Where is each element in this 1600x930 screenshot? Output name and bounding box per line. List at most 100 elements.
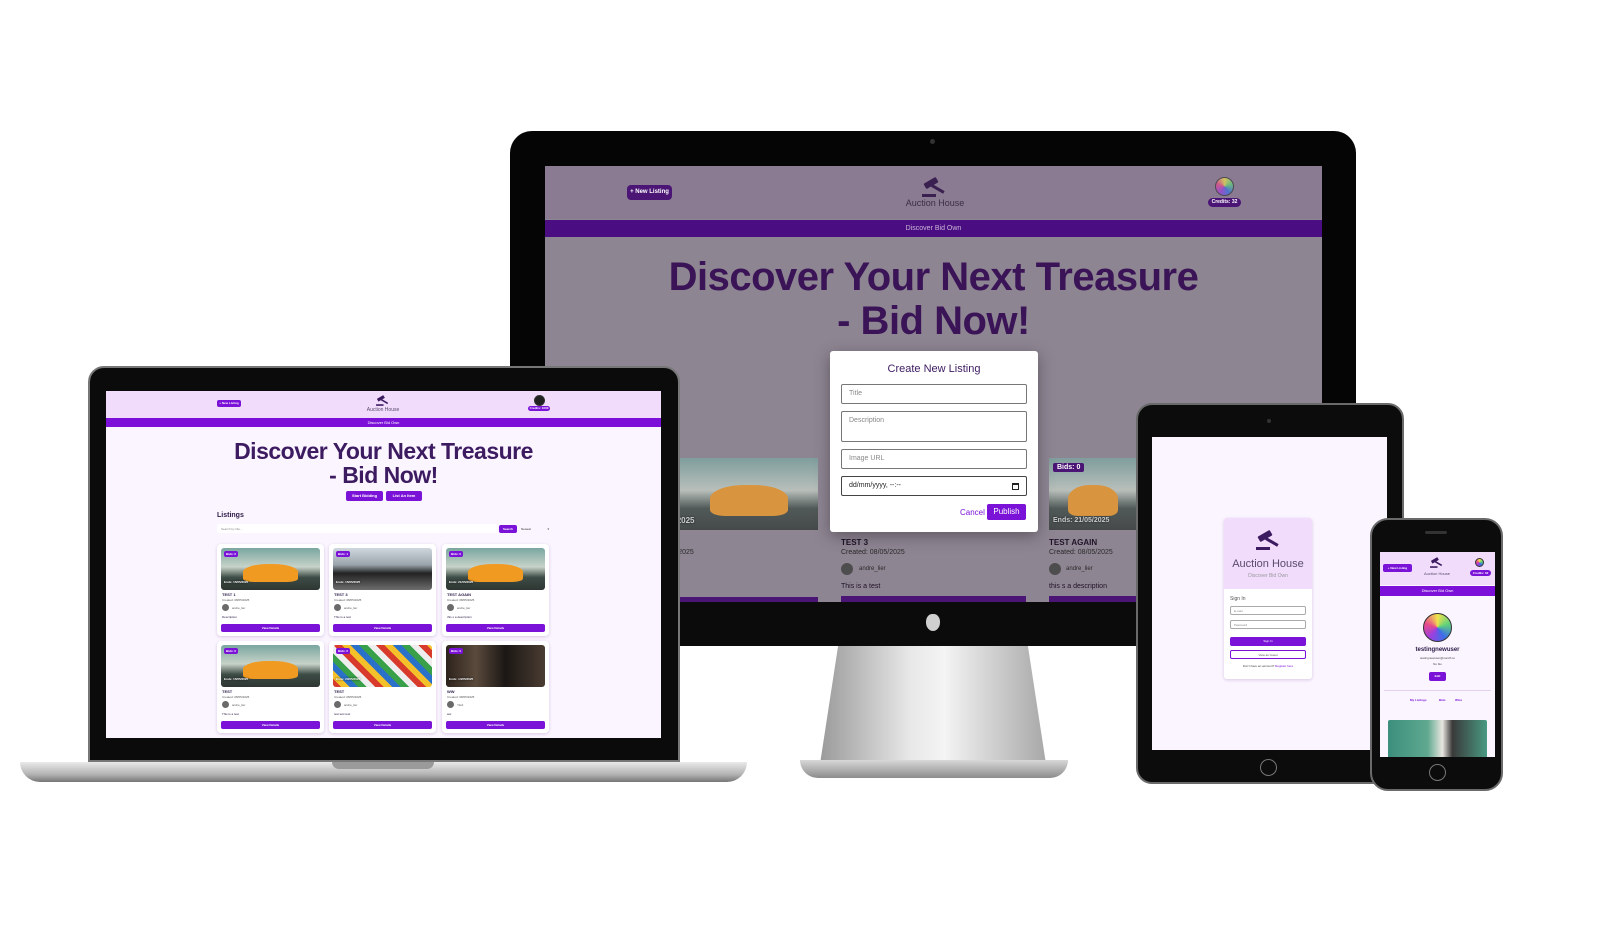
listing-card-created: Created: 08/05/2025 [334,695,362,699]
view-details-button[interactable]: View Details [221,721,320,729]
phone-speaker [1425,531,1447,534]
desktop-card-3[interactable]: Bids: 0 Ends: 21/05/2025 TEST AGAIN Crea… [1045,454,1137,602]
modal-title: Create New Listing [887,363,981,375]
profile-avatar [1423,613,1452,642]
laptop-notch [332,762,434,769]
search-input[interactable]: Search by title... [217,524,497,533]
listing-card-user: andre_lier [232,606,246,610]
listing-card-created: Created: 08/05/2025 [334,598,362,602]
phone-gavel-icon [1430,557,1443,568]
listing-card-user: andre_lier [344,606,358,610]
phone-brand: Auction House [1423,571,1450,576]
search-button[interactable]: Search [499,525,517,533]
listing-card-ends: Ends: 14/05/2025 [449,677,474,681]
start-bidding-button[interactable]: Start Bidding [346,491,383,501]
modal-cancel-button[interactable]: Cancel [960,508,985,517]
listing-card[interactable]: Bids: 0 Ends: 20/05/2025 TEST Created: 0… [329,641,436,733]
desktop-card-2-view-button[interactable] [841,596,1026,602]
listing-card-ends: Ends: 21/05/2025 [449,580,474,584]
no-account-text: Don't have an account? [1242,664,1275,668]
apple-logo-icon [926,614,940,631]
profile-tab-my-listings[interactable]: My Listings [1410,698,1427,702]
desktop-avatar[interactable] [1215,177,1234,196]
calendar-icon[interactable] [1012,483,1019,490]
profile-email: testingnewuser@noroff.no [1419,656,1455,660]
laptop-hero-line2: - Bid Now! [329,462,438,488]
listing-card-bids: Bids: 0 [449,648,464,654]
listing-card-user-avatar [222,701,229,708]
listing-card[interactable]: Bids: 0 Ends: 21/05/2025 TEST AGAIN Crea… [442,544,549,636]
profile-edit-button[interactable]: Edit [1429,672,1446,681]
listing-card-user: andre_lier [344,703,358,707]
guest-button[interactable]: View as Guest [1230,650,1306,659]
laptop-new-listing-button[interactable]: + New Listing [217,400,241,407]
listing-card-bids: Bids: 1 [336,551,351,557]
profile-listing-image[interactable] [1388,720,1487,757]
sort-select[interactable]: Newest ▾ [521,525,551,533]
chevron-down-icon: ▾ [547,527,549,531]
desktop-card-2-user: andre_lier [859,566,886,572]
desktop-card-1-image [680,458,818,530]
listings-heading: Listings [217,512,244,519]
desktop-card-3-view-button[interactable] [1049,596,1137,602]
view-details-button[interactable]: View Details [221,624,320,632]
listing-card-bids: Bids: 0 [224,648,239,654]
phone-avatar[interactable] [1475,558,1484,567]
modal-image-url-input[interactable]: Image URL [841,449,1027,469]
listing-card-bids: Bids: 0 [449,551,464,557]
desktop-card-2-created: Created: 08/05/2025 [841,549,905,556]
profile-username: testingnewuser [1415,647,1460,653]
desktop-card-3-ends: Ends: 21/05/2025 [1053,517,1110,524]
listing-card-description: this s a description [447,615,472,619]
register-link[interactable]: Register here [1275,664,1293,668]
laptop-screen: + New Listing Auction House Credits: 100… [106,391,661,738]
email-field[interactable]: E-mail [1230,606,1306,615]
listing-card-description: Description [222,615,238,619]
laptop-gavel-icon [376,395,389,406]
monitor-stand [820,646,1046,764]
modal-end-date-input[interactable]: dd/mm/yyyy, --:-- [841,476,1027,496]
desktop-card-2[interactable]: TEST 3 Created: 08/05/2025 andre_lier Th… [838,536,1030,602]
listing-card[interactable]: Bids: 0 Ends: 15/05/2025 TEST Created: 0… [217,641,324,733]
view-details-button[interactable]: View Details [446,624,545,632]
new-listing-button[interactable]: + New Listing [627,185,672,200]
profile-tab-bids[interactable]: Bids [1439,698,1446,702]
gavel-icon [922,177,945,197]
listing-card-description: This is a test [334,615,351,619]
listing-card-ends: Ends: 15/05/2025 [336,580,361,584]
listing-card-description: ww [447,712,452,716]
phone-home-button[interactable] [1429,764,1446,781]
modal-description-input[interactable]: Description [841,411,1027,442]
listing-card[interactable]: Bids: 0 Ends: 15/05/2025 TEST 1 Created:… [217,544,324,636]
listing-card-title: WW [447,689,455,694]
view-details-button[interactable]: View Details [333,624,432,632]
list-item-button[interactable]: List An Item [386,491,422,501]
profile-tab-wins[interactable]: Wins [1455,698,1462,702]
view-details-button[interactable]: View Details [333,721,432,729]
tablet-home-button[interactable] [1260,759,1277,776]
modal-publish-button[interactable]: Publish [987,504,1026,520]
create-listing-modal: Create New Listing Title Description Ima… [830,351,1038,532]
password-field[interactable]: Password [1230,620,1306,629]
view-details-button[interactable]: View Details [446,721,545,729]
sort-select-value: Newest [521,527,532,531]
phone-screen: + New Listing Auction House Credits: 32 … [1380,552,1495,757]
sign-in-button[interactable]: Sign In [1230,637,1306,646]
monitor-camera [930,139,935,144]
phone-credits-badge: Credits: 32 [1470,570,1491,576]
listing-card-user-avatar [222,604,229,611]
modal-end-date-value: dd/mm/yyyy, --:-- [849,482,901,489]
desktop-card-2-desc: This is a test [841,583,881,590]
listing-card[interactable]: Bids: 1 Ends: 15/05/2025 TEST 3 Created:… [329,544,436,636]
laptop-avatar[interactable] [534,395,545,406]
listing-card[interactable]: Bids: 0 Ends: 14/05/2025 WW Created: 08/… [442,641,549,733]
desktop-card-1[interactable]: Ends: 15/05/2025 Created: 08/05/2025 [630,454,820,602]
desktop-brand: Auction House [905,198,965,208]
desktop-card-1-view-button[interactable] [680,597,818,602]
laptop-brand: Auction House [366,407,400,413]
listing-card-title: TEST [334,689,345,694]
desktop-credits-badge: Credits: 32 [1208,198,1241,207]
tablet-tagline: Discover Bid Own [1248,573,1288,579]
tablet-gavel-icon [1256,530,1279,550]
modal-title-input[interactable]: Title [841,384,1027,404]
